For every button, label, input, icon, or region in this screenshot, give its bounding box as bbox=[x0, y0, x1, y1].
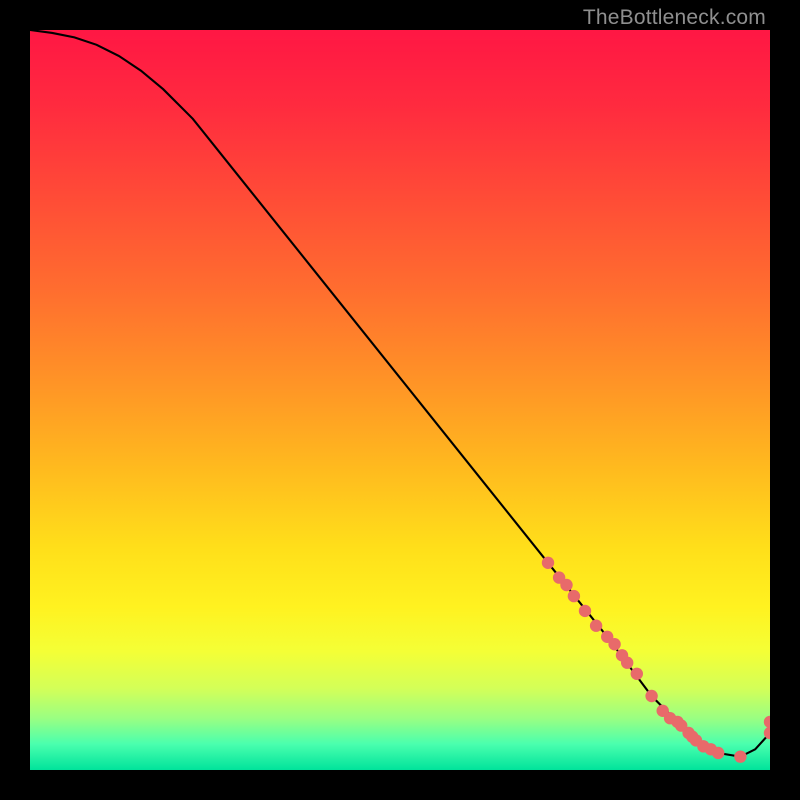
chart-svg bbox=[30, 30, 770, 770]
data-point bbox=[631, 668, 643, 680]
data-point bbox=[579, 605, 591, 617]
data-point bbox=[621, 657, 633, 669]
data-point bbox=[590, 620, 602, 632]
data-point bbox=[645, 690, 657, 702]
data-point bbox=[560, 579, 572, 591]
chart-stage: TheBottleneck.com bbox=[0, 0, 800, 800]
data-point bbox=[542, 557, 554, 569]
data-point bbox=[568, 590, 580, 602]
gradient-panel bbox=[30, 30, 770, 770]
data-point bbox=[608, 638, 620, 650]
data-point bbox=[712, 747, 724, 759]
data-point bbox=[734, 750, 746, 762]
attribution-text: TheBottleneck.com bbox=[583, 6, 766, 30]
plot-area bbox=[30, 30, 770, 770]
